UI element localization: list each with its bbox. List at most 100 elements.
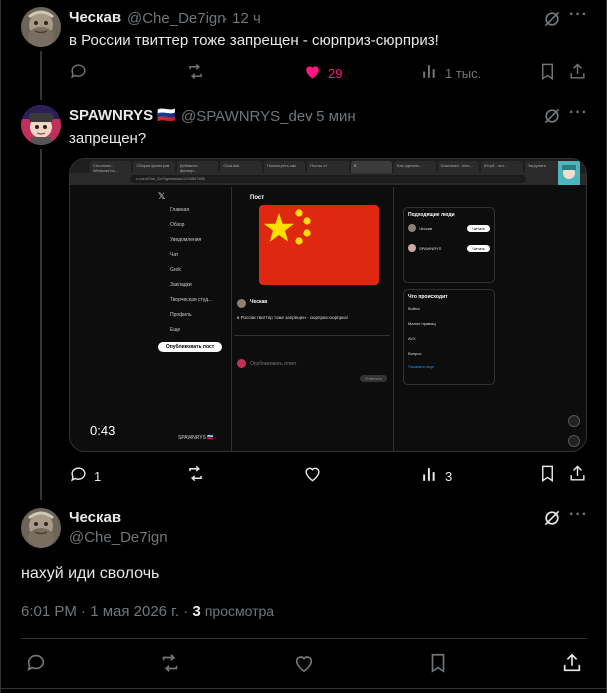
browser-tab: Chromium - Windows bu... xyxy=(90,161,132,173)
views-icon xyxy=(423,65,435,78)
video-side-icon xyxy=(568,435,580,447)
reply-count: 1 xyxy=(94,469,102,484)
inner-reply-avatar xyxy=(237,359,246,368)
flag-icon: 🇷🇺 xyxy=(157,107,176,124)
browser-tab: Добавить фильтр... xyxy=(176,161,219,173)
url-field: x.com/Che_De7ign/status/1234567890 xyxy=(130,175,526,183)
browser-tab: Посмотреть как xyxy=(263,161,306,173)
browser-tab: Как сделать... xyxy=(394,161,436,173)
author-name[interactable]: Ческав xyxy=(69,509,121,526)
inner-follow-button: Читать xyxy=(467,244,490,252)
like-button[interactable] xyxy=(303,464,322,483)
video-side-icon xyxy=(568,415,580,427)
inner-nav-item: Grok xyxy=(170,267,181,273)
tweet-meta-date[interactable]: 6:01 PM · 1 мая 2026 г. · xyxy=(21,603,188,620)
bookmark-button[interactable] xyxy=(538,464,557,483)
inner-follow-title: Подходящие люди xyxy=(408,212,455,218)
share-button[interactable] xyxy=(561,652,583,674)
inner-nav-item: Обзор xyxy=(170,222,185,228)
inner-nav: 𝕏 Главная Обзор Уведомления Чат Grok Зак… xyxy=(158,191,228,352)
video-player[interactable]: Chromium - Windows bu... Сборка фильтров… xyxy=(69,158,587,452)
browser-tab: X xyxy=(350,161,393,173)
inner-trends-card: Что происходит Война Малое правящ AVX Во… xyxy=(403,289,495,385)
retweet-icon xyxy=(189,63,202,80)
inner-follow-name: Ческав xyxy=(419,225,433,231)
share-icon xyxy=(563,653,581,672)
like-icon xyxy=(305,467,320,482)
inner-reply-placeholder: Опубликовать ответ xyxy=(250,361,297,367)
inner-follow-name: SPAWNRYS xyxy=(419,245,442,251)
browser-tab: Ютуб - это... xyxy=(481,161,523,173)
grok-icon[interactable] xyxy=(542,508,562,528)
more-icon[interactable]: ··· xyxy=(569,104,588,122)
views-button[interactable]: 3 xyxy=(420,464,452,484)
author-handle[interactable]: @Che_De7ign xyxy=(69,529,168,546)
views-label: просмотра xyxy=(204,603,275,619)
inner-trends-title: Что происходит xyxy=(408,294,448,300)
views-count: 3 xyxy=(445,469,453,484)
inner-follow-card: Подходящие люди Ческав Читать SPAWNRYS Ч… xyxy=(403,207,495,283)
author-name[interactable]: Ческав xyxy=(69,9,121,26)
inner-nav-item: Творческая студ... xyxy=(170,297,213,303)
timestamp[interactable]: · 12 ч xyxy=(223,10,261,27)
inner-tweet-text: в России твиттер тоже запрещен - сюрприз… xyxy=(237,315,348,320)
like-icon xyxy=(306,66,319,79)
like-button[interactable] xyxy=(293,652,315,674)
timestamp[interactable]: · 5 мин xyxy=(307,108,356,125)
more-icon[interactable]: ··· xyxy=(569,6,588,24)
inner-tweet-name: Ческав xyxy=(250,299,268,305)
grok-icon[interactable] xyxy=(542,106,562,126)
reply-button[interactable] xyxy=(69,62,88,81)
views-button[interactable]: 1 тыс. xyxy=(420,62,481,81)
inner-tweet-avatar xyxy=(237,299,246,308)
inner-trend-item: Малое правящ xyxy=(408,321,436,326)
share-button[interactable] xyxy=(568,62,587,81)
browser-tab: Chat Ask xyxy=(220,161,262,173)
inner-post-title: Пост xyxy=(250,195,265,201)
bookmark-icon xyxy=(542,63,553,80)
browser-tabbar: Chromium - Windows bu... Сборка фильтров… xyxy=(70,159,586,173)
author-name[interactable]: SPAWNRYS xyxy=(69,107,153,124)
tweet-text: нахуй иди сволочь xyxy=(21,565,160,582)
retweet-button[interactable] xyxy=(186,464,205,483)
x-logo: 𝕏 xyxy=(158,191,166,201)
reply-button[interactable]: 1 xyxy=(69,464,101,484)
browser-tab: Download - Inko... xyxy=(437,161,480,173)
tweet-text: запрещен? xyxy=(69,130,147,147)
inner-nav-item: Главная xyxy=(170,207,190,213)
inner-nav-item: Еще xyxy=(170,327,181,333)
reply-button[interactable] xyxy=(25,652,47,674)
reply-icon xyxy=(71,466,86,481)
grok-icon[interactable] xyxy=(542,9,562,29)
inner-nav-item: Профиль xyxy=(170,312,192,318)
share-icon xyxy=(570,63,585,79)
browser-tab: Посты от xyxy=(307,161,349,173)
bookmark-icon xyxy=(431,653,445,673)
views-count: 3 xyxy=(192,603,201,620)
more-icon[interactable]: ··· xyxy=(569,506,588,524)
thread-line xyxy=(40,51,42,100)
browser-tab: Сборка фильтров xyxy=(133,161,175,173)
divider xyxy=(1,688,607,689)
views-icon xyxy=(423,467,435,481)
retweet-button[interactable] xyxy=(159,652,181,674)
video-duration: 0:43 xyxy=(90,423,116,438)
reply-icon xyxy=(27,654,45,671)
share-button[interactable] xyxy=(568,464,587,483)
avatar-cheslav[interactable] xyxy=(21,508,61,548)
like-button[interactable]: 29 xyxy=(303,62,342,81)
inner-follow-row: Ческав Читать xyxy=(408,224,490,232)
author-handle[interactable]: @SPAWNRYS_dev xyxy=(181,108,313,125)
inner-follow-avatar xyxy=(408,224,416,232)
bookmark-button[interactable] xyxy=(427,652,449,674)
like-count: 29 xyxy=(328,65,343,81)
bookmark-button[interactable] xyxy=(538,62,557,81)
author-handle[interactable]: @Che_De7ign xyxy=(127,10,226,27)
browser-addressbar: x.com/Che_De7ign/status/1234567890 xyxy=(70,173,586,185)
retweet-button[interactable] xyxy=(186,62,205,81)
avatar-spawnrys[interactable] xyxy=(21,105,61,145)
avatar-cheslav[interactable] xyxy=(21,7,61,47)
like-icon xyxy=(295,656,313,673)
bookmark-icon xyxy=(542,465,553,482)
timeline-frame: Ческав @Che_De7ign · 12 ч ··· в России т… xyxy=(0,0,607,693)
